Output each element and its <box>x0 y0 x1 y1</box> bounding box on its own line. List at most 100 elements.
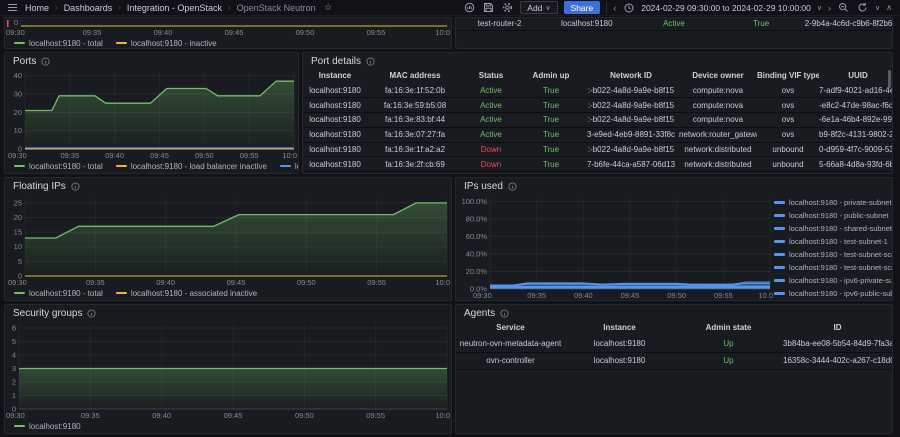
panel-info-icon[interactable] <box>508 182 517 191</box>
column-header[interactable]: MAC address <box>367 68 463 83</box>
table-cell: fa:16:3e:1f:a2:a2 <box>384 145 446 155</box>
svg-text:0.0%: 0.0% <box>470 285 487 294</box>
time-forward-chevron[interactable]: › <box>828 3 831 13</box>
panel-title[interactable]: Port details <box>303 53 892 68</box>
svg-text:40.0%: 40.0% <box>466 250 488 259</box>
breadcrumb-separator: › <box>118 3 121 12</box>
panel-title[interactable]: Agents <box>456 305 892 320</box>
panel-info-icon[interactable] <box>87 309 97 318</box>
legend-item[interactable]: localhost:9180 <box>14 422 81 431</box>
star-icon[interactable]: ☆ <box>322 1 335 14</box>
breadcrumb-current-dashboard: OpenStack Neutron <box>236 2 316 13</box>
legend-item[interactable]: localhost:9180 - test-subnet-scale-2 <box>774 261 892 274</box>
legend-item[interactable]: localhost:9180 - test-subnet-1 <box>774 235 892 248</box>
legend-item[interactable]: localhost:9180 - no IPs <box>279 162 298 171</box>
svg-text:15: 15 <box>14 228 22 237</box>
table-cell: :-b022-4a8d-9a9e-b8f15 <box>587 145 675 155</box>
svg-text:0: 0 <box>14 18 18 27</box>
table-cell: localhost:9180 <box>309 85 361 95</box>
refresh-interval-caret[interactable]: ∨ <box>875 4 880 12</box>
svg-text:0: 0 <box>18 272 22 281</box>
legend-item[interactable]: localhost:9180 - inactive <box>115 39 217 48</box>
column-header[interactable]: Network ID <box>583 68 679 83</box>
legend-item[interactable]: localhost:9180 - load balancer inactive <box>115 162 267 171</box>
legend-item[interactable]: localhost:9180 - total <box>14 162 103 171</box>
share-button[interactable]: Share <box>563 1 601 14</box>
panel-info-icon[interactable] <box>366 57 375 66</box>
table-row: ovn-controller localhost:9180 Up 16358c-344… <box>456 352 892 369</box>
legend-color-dash <box>774 266 785 269</box>
legend-color-dash <box>774 253 785 256</box>
breadcrumb-dashboards[interactable]: Dashboards <box>64 3 113 13</box>
table-scrollbar[interactable] <box>888 70 891 88</box>
svg-text:09:45: 09:45 <box>224 411 243 420</box>
caret-down-icon[interactable]: ∨ <box>817 4 822 12</box>
time-back-chevron[interactable]: ‹ <box>613 3 616 13</box>
svg-text:10: 10 <box>14 242 22 251</box>
legend-item[interactable]: localhost:9180 - ipv6-public-subnet <box>774 287 892 300</box>
svg-text:1: 1 <box>12 391 16 400</box>
panel-title[interactable]: Security groups <box>5 305 451 320</box>
legend-item[interactable]: localhost:9180 - public-subnet <box>774 209 892 222</box>
table-cell: Down <box>480 159 502 169</box>
refresh-icon[interactable] <box>856 1 869 14</box>
panel-info-icon[interactable] <box>41 57 50 66</box>
column-header[interactable]: UUID <box>819 68 892 83</box>
legend-item[interactable]: localhost:9180 - total <box>14 39 103 48</box>
column-header[interactable]: Instance <box>303 68 367 83</box>
svg-text:09:40: 09:40 <box>156 278 175 287</box>
column-header[interactable]: ID <box>783 320 892 335</box>
legend-item[interactable]: localhost:9180 - shared-subnet <box>774 222 892 235</box>
table-cell: ovs <box>781 130 795 140</box>
caret-up-icon[interactable]: ∧ <box>886 3 892 12</box>
svg-text:0: 0 <box>12 405 16 414</box>
svg-text:100.0%: 100.0% <box>462 197 488 206</box>
legend-item[interactable]: localhost:9180 - total <box>14 289 103 298</box>
time-range-picker[interactable]: 2024-02-29 09:30:00 to 2024-02-29 10:00:… <box>641 3 811 13</box>
table-row: localhost:9180 fa:16:3e:07:27:fa Active Tru… <box>303 127 892 143</box>
table-cell: True <box>753 19 770 29</box>
hamburger-menu-icon[interactable] <box>6 1 19 14</box>
breadcrumb-folder[interactable]: Integration - OpenStack <box>127 3 222 13</box>
insights-icon[interactable] <box>463 1 476 14</box>
add-button[interactable]: Add ∨ <box>520 1 558 14</box>
column-header[interactable]: Instance <box>565 320 674 335</box>
zoom-out-icon[interactable] <box>837 1 850 14</box>
column-header[interactable]: Admin state <box>674 320 783 335</box>
breadcrumb-home[interactable]: Home <box>25 3 49 13</box>
table-cell: True <box>542 100 560 110</box>
legend-item[interactable]: localhost:9180 - associated inactive <box>115 289 257 298</box>
svg-text:09:40: 09:40 <box>152 411 171 420</box>
panel-title[interactable]: Floating IPs <box>5 178 451 193</box>
security-groups-chart[interactable]: 09:30 09:35 09:40 09:45 09:50 09:55 10:0 0 1 2 3 4 5… <box>5 320 451 421</box>
panel-info-icon[interactable] <box>71 182 80 191</box>
table-cell: 7-b6fe-44ca-a587-06d13 <box>586 159 676 169</box>
legend-item[interactable]: localhost:9180 - private-subnet <box>774 196 892 209</box>
floating-ips-chart[interactable]: 09:30 09:35 09:40 09:45 09:50 09:55 10:0 0 5 10 15… <box>5 193 451 287</box>
column-header[interactable]: Binding VIF type <box>757 68 819 83</box>
svg-text:09:50: 09:50 <box>296 28 315 37</box>
row-floating-ips: Floating IPs 09:30 09:35 09:40 09:45 09:50 09… <box>4 177 893 301</box>
panel-info-icon[interactable] <box>500 309 509 318</box>
ports-chart[interactable]: 09:30 09:35 09:40 09:45 09:50 09:55 10:0 0 10 20 3… <box>5 68 298 160</box>
panel-title[interactable]: IPs used <box>456 178 892 193</box>
panel-title[interactable]: Ports <box>5 53 298 68</box>
table-cell: localhost:9180 <box>309 100 361 110</box>
svg-text:09:35: 09:35 <box>527 291 546 300</box>
svg-text:10: 10 <box>14 126 22 135</box>
legend-item[interactable]: localhost:9180 - ipv6-private-subnet <box>774 274 892 287</box>
routers-chart[interactable]: 09:30 09:35 09:40 09:45 09:50 09:55 10:0 0 <box>5 18 451 37</box>
panel-port-details: Port details Instance MAC address Status Ad… <box>302 52 893 174</box>
svg-text:09:40: 09:40 <box>574 291 593 300</box>
ips-used-body: 09:30 09:35 09:40 09:45 09:50 09:55 10.0 0.0% 20… <box>456 193 892 300</box>
column-header[interactable]: Admin up <box>519 68 583 83</box>
settings-gear-icon[interactable] <box>501 1 514 14</box>
ips-used-chart[interactable]: 09:30 09:35 09:40 09:45 09:50 09:55 10.0 0.0% 20… <box>456 193 774 300</box>
column-header[interactable]: Status <box>463 68 519 83</box>
svg-text:09:55: 09:55 <box>367 28 386 37</box>
column-header[interactable]: Service <box>456 320 565 335</box>
column-header[interactable]: Device owner <box>679 68 757 83</box>
legend-item[interactable]: localhost:9180 - test-subnet-scale-1 <box>774 248 892 261</box>
save-icon[interactable] <box>482 1 495 14</box>
table-cell: b9-8f2c-4131-9802-2d1fe <box>819 130 892 140</box>
